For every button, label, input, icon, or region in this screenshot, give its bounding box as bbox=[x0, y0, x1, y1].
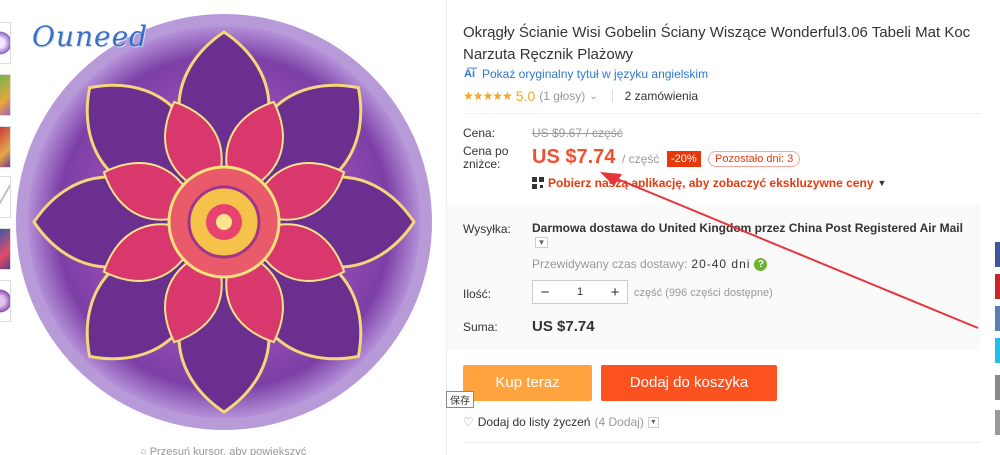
mandala-illustration bbox=[16, 14, 432, 430]
share-pinterest-button[interactable] bbox=[995, 274, 1000, 299]
discounted-price: US $7.74 bbox=[532, 146, 616, 168]
chevron-down-icon[interactable]: ⌄ bbox=[589, 91, 597, 102]
share-more-button[interactable] bbox=[995, 375, 1000, 400]
thumbnail[interactable] bbox=[0, 74, 11, 116]
thumbnail[interactable] bbox=[0, 22, 11, 64]
rating-row: ★★★★★ 5.0 (1 głosy) ⌄ 2 zamówienia bbox=[463, 88, 698, 104]
translate-icon: A͞i bbox=[464, 68, 475, 80]
heart-icon: ♡ bbox=[463, 415, 474, 429]
thumbnail[interactable] bbox=[0, 126, 11, 168]
rating-stars-icon: ★★★★★ bbox=[463, 89, 513, 103]
discount-badge: -20% bbox=[667, 151, 701, 167]
zoom-hint: ○ Przesuń kursor, aby powiększyć bbox=[140, 446, 306, 455]
magnifier-icon: ○ bbox=[140, 446, 147, 455]
share-facebook-button[interactable] bbox=[995, 242, 1000, 267]
shipping-method: Darmowa dostawa do United Kingdom przez … bbox=[532, 221, 963, 235]
add-to-wishlist-link[interactable]: ♡ Dodaj do listy życzeń (4 Dodaj) ▼ bbox=[463, 415, 659, 429]
thumbnail[interactable] bbox=[0, 176, 11, 218]
product-title: Okrągły Ścianie Wisi Gobelin Ściany Wisz… bbox=[463, 24, 971, 63]
total-price: US $7.74 bbox=[532, 318, 595, 335]
delivery-estimate: Przewidywany czas dostawy: 20-40 dni ? bbox=[532, 257, 768, 271]
chevron-down-icon[interactable]: ▼ bbox=[647, 416, 659, 428]
share-more-button[interactable] bbox=[995, 410, 1000, 435]
save-tooltip: 保存 bbox=[446, 391, 474, 408]
separator bbox=[611, 90, 613, 102]
price-unit: / część bbox=[622, 152, 660, 166]
delivery-days: 20-40 dni bbox=[691, 257, 751, 271]
decrease-button[interactable]: − bbox=[533, 284, 557, 301]
orders-count: 2 zamówienia bbox=[624, 89, 699, 103]
thumbnail[interactable] bbox=[0, 228, 11, 270]
chevron-down-icon[interactable]: ▼ bbox=[535, 237, 548, 248]
increase-button[interactable]: + bbox=[603, 284, 627, 301]
price-label: Cena: bbox=[463, 126, 496, 140]
divider bbox=[463, 442, 981, 443]
quantity-label: Ilość: bbox=[463, 287, 492, 301]
buy-now-button[interactable]: Kup teraz bbox=[463, 365, 592, 401]
thumbnail[interactable] bbox=[0, 280, 11, 322]
app-promo-link[interactable]: Pobierz naszą aplikację, aby zobaczyć ek… bbox=[532, 176, 886, 190]
total-label: Suma: bbox=[463, 320, 498, 334]
stock-available: część (996 części dostępne) bbox=[634, 287, 773, 299]
original-price: US $9.67 / część bbox=[532, 126, 623, 140]
qr-code-icon bbox=[532, 177, 544, 189]
divider bbox=[463, 113, 981, 114]
add-to-cart-button[interactable]: Dodaj do koszyka bbox=[601, 365, 777, 401]
wishlist-count: (4 Dodaj) bbox=[594, 415, 644, 429]
help-icon[interactable]: ? bbox=[754, 257, 768, 271]
shipping-label: Wysyłka: bbox=[463, 222, 511, 236]
quantity-stepper: − 1 + bbox=[532, 280, 628, 304]
rating-score: 5.0 bbox=[515, 88, 536, 104]
days-left-badge: Pozostało dni: 3 bbox=[708, 151, 801, 167]
product-image[interactable]: Ouneed bbox=[12, 0, 442, 440]
share-twitter-button[interactable] bbox=[995, 338, 1000, 363]
quantity-input[interactable]: 1 bbox=[557, 286, 603, 298]
discount-price-label: Cena po zniżce: bbox=[463, 144, 509, 171]
share-vk-button[interactable] bbox=[995, 306, 1000, 331]
rating-votes[interactable]: (1 głosy) bbox=[539, 89, 585, 103]
caret-down-icon: ▼ bbox=[877, 178, 887, 188]
show-original-title-link[interactable]: A͞i Pokaż oryginalny tytuł w języku angi… bbox=[463, 67, 708, 81]
brand-logo: Ouneed bbox=[32, 20, 149, 53]
